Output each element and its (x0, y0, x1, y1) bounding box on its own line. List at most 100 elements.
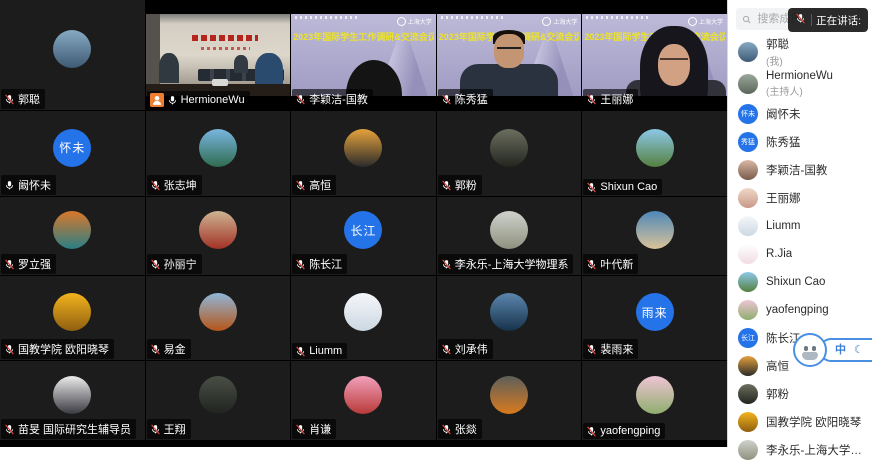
member-list-item[interactable]: 郭粉 (728, 380, 872, 408)
avatar: 雨来 (636, 293, 674, 331)
ime-assistant-icon[interactable] (793, 333, 827, 367)
participant-name-label: 王丽娜 (583, 89, 638, 109)
mic-muted-icon (441, 94, 452, 105)
member-list-item[interactable]: 郭聪(我) (728, 36, 872, 68)
member-list-item[interactable]: HermioneWu(主持人) (728, 68, 872, 100)
member-list-item[interactable]: R.Jia (728, 240, 872, 268)
participant-name-label: 李永乐-上海大学物理系 (438, 254, 574, 274)
university-logo: 上海大学 (397, 17, 432, 26)
avatar (53, 376, 91, 414)
mic-muted-icon (4, 424, 15, 435)
participant-tile[interactable]: 易金 (146, 276, 291, 360)
participant-tile[interactable]: 雨来 裴雨来 (582, 276, 727, 360)
member-list-item[interactable]: 怀未阚怀未 (728, 100, 872, 128)
avatar (199, 211, 237, 249)
participant-tile[interactable]: 郭粉 (437, 111, 582, 196)
mic-muted-icon (295, 94, 306, 105)
mic-on-icon (4, 180, 15, 191)
university-logo: 上海大学 (542, 17, 577, 26)
participant-tile[interactable]: 刘承伟 (437, 276, 582, 360)
participant-name: 张燚 (455, 421, 477, 437)
mic-muted-icon (441, 344, 452, 355)
participant-tile[interactable]: 上海大学 2023年国际学生工作调研&交流会议 王丽娜 (582, 0, 727, 110)
participant-tile[interactable]: 叶代新 (582, 197, 727, 275)
participant-tile[interactable]: 高恒 (291, 111, 436, 196)
member-name: Shixun Cao (766, 276, 825, 288)
participant-name-label: 叶代新 (583, 254, 638, 274)
participant-name-label: 李颖洁-国教 (292, 89, 373, 109)
speaking-indicator: 正在讲话: (788, 8, 868, 32)
member-list-item[interactable]: 国教学院 欧阳晓琴 (728, 408, 872, 436)
member-list-item[interactable]: yaofengping (728, 296, 872, 324)
participant-tile[interactable]: 上海大学 2023年国际学生工作调研&交流会议 陈秀猛 (437, 0, 582, 110)
participant-tile[interactable]: 郭聪 (0, 0, 145, 110)
participant-name: 李永乐-上海大学物理系 (455, 256, 569, 272)
participant-tile[interactable]: 怀未 阚怀未 (0, 111, 145, 196)
video-letterbox: 上海大学 2023年国际学生工作调研&交流会议 (291, 14, 436, 96)
participant-tile[interactable]: 上海大学 2023年国际学生工作调研&交流会议 李颖洁-国教 (291, 0, 436, 110)
member-list-item[interactable]: 李颖洁-国教 (728, 156, 872, 184)
mic-muted-icon (150, 259, 161, 270)
participant-name: 肖谦 (309, 421, 331, 437)
participant-tile[interactable]: 长江 陈长江 (291, 197, 436, 275)
participant-name: 罗立强 (18, 256, 51, 272)
university-logo-text: 上海大学 (699, 17, 723, 26)
member-list-item[interactable]: 李永乐-上海大学物理系 (728, 436, 872, 464)
member-name: 高恒 (766, 358, 789, 374)
member-avatar (738, 440, 758, 460)
participant-tile[interactable]: 肖谦 (291, 361, 436, 440)
participant-tile[interactable]: 王翔 (146, 361, 291, 440)
search-icon (742, 14, 751, 25)
participant-tile[interactable]: 孙丽宁 (146, 197, 291, 275)
mic-muted-icon (150, 180, 161, 191)
member-role: (主持人) (766, 83, 833, 98)
participant-name: 苗旻 国际研究生辅导员 (18, 421, 131, 437)
member-text: 李颖洁-国教 (766, 162, 827, 178)
member-list-item[interactable]: 王丽娜 (728, 184, 872, 212)
participant-tile[interactable]: 张志坤 (146, 111, 291, 196)
ime-toolbar[interactable]: 中 ☾ ‥ (793, 333, 872, 367)
projector (212, 79, 228, 86)
participant-tile[interactable]: Shixun Cao (582, 111, 727, 196)
participant-name: 阚怀未 (18, 177, 51, 193)
mic-muted-icon (150, 344, 161, 355)
member-text: HermioneWu(主持人) (766, 70, 833, 98)
ime-moon-icon[interactable]: ☾ (854, 345, 864, 356)
mic-muted-icon (295, 259, 306, 270)
member-list-item[interactable]: 秀猛陈秀猛 (728, 128, 872, 156)
participant-tile[interactable]: Liumm (291, 276, 436, 360)
participant-name-label: 阚怀未 (1, 175, 56, 195)
member-text: R.Jia (766, 248, 792, 260)
participant-tile[interactable]: 苗旻 国际研究生辅导员 (0, 361, 145, 440)
participant-tile[interactable]: 张燚 (437, 361, 582, 440)
mic-on-icon (167, 95, 178, 106)
participant-tile[interactable]: yaofengping (582, 361, 727, 440)
participant-name-label: 罗立强 (1, 254, 56, 274)
participant-name: 陈长江 (309, 256, 342, 272)
mic-muted-icon (441, 180, 452, 191)
member-list-item[interactable]: Shixun Cao (728, 268, 872, 296)
ime-mode-button[interactable]: 中 (835, 345, 846, 356)
member-name: 李永乐-上海大学物理系 (766, 442, 862, 458)
participant-name-label: Shixun Cao (583, 179, 662, 195)
participant-tile[interactable]: 国教学院 欧阳晓琴 (0, 276, 145, 360)
participant-tile[interactable]: 罗立强 (0, 197, 145, 275)
participant-tile[interactable]: 李永乐-上海大学物理系 (437, 197, 582, 275)
mic-muted-icon (4, 94, 15, 105)
participant-name: 王翔 (164, 421, 186, 437)
speaking-indicator-label: 正在讲话: (816, 13, 861, 28)
mic-muted-icon (150, 424, 161, 435)
participant-tile[interactable]: HermioneWu (146, 0, 291, 110)
avatar (199, 293, 237, 331)
member-text: 郭粉 (766, 386, 789, 402)
participant-name: Shixun Cao (600, 181, 657, 193)
avatar (490, 293, 528, 331)
avatar (490, 376, 528, 414)
mic-muted-icon (4, 344, 15, 355)
red-banner-small (201, 47, 250, 50)
virtual-background: 上海大学 2023年国际学生工作调研&交流会议 (437, 14, 582, 96)
virtual-background: 上海大学 2023年国际学生工作调研&交流会议 (291, 14, 436, 96)
mic-muted-icon (295, 346, 306, 357)
member-list-item[interactable]: Liumm (728, 212, 872, 240)
ime-eye-left (804, 346, 808, 351)
